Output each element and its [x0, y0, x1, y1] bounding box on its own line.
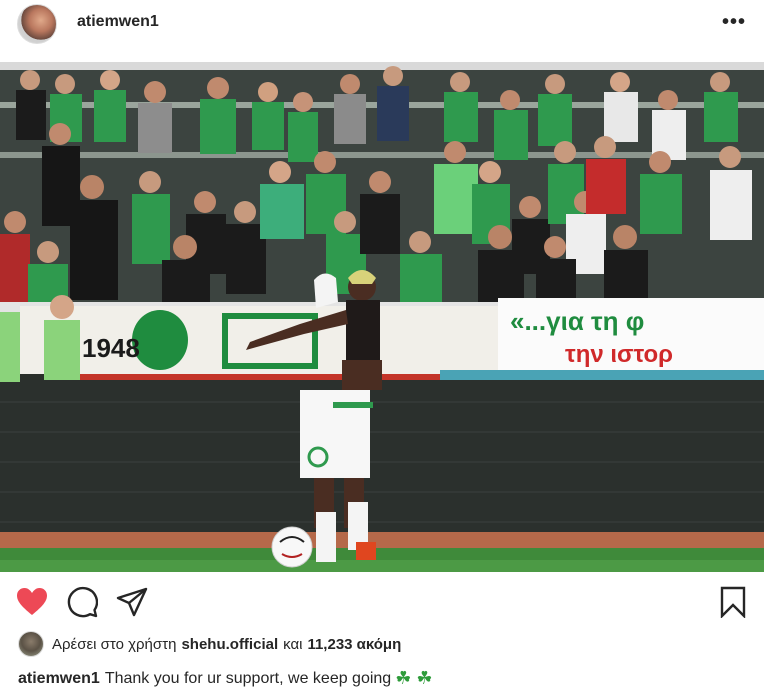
banner-text-line2: την ιστορ: [565, 341, 673, 368]
photo-illustration: 1948 «...για τη φ την ιστορ: [0, 62, 764, 572]
shirt-number: 1948: [82, 333, 140, 363]
post-actions: [0, 584, 764, 624]
likes-line: Αρέσει στο χρήστη shehu.official και 11,…: [18, 631, 406, 657]
football: [271, 526, 313, 568]
heart-icon[interactable]: [15, 584, 49, 620]
avatar[interactable]: [17, 4, 57, 44]
post-username[interactable]: atiemwen1: [77, 13, 159, 31]
shamrock-emoji: ☘ ☘: [395, 668, 433, 688]
caption: atiemwen1 Thank you for ur support, we k…: [18, 668, 432, 689]
caption-username[interactable]: atiemwen1: [18, 670, 100, 688]
post-photo[interactable]: 1948 «...για τη φ την ιστορ: [0, 62, 764, 572]
caption-text: Thank you for ur support, we keep going: [104, 669, 392, 687]
liker-avatar[interactable]: [18, 631, 44, 657]
banner-right: «...για τη φ την ιστορ: [498, 298, 764, 370]
bookmark-icon[interactable]: [716, 584, 750, 620]
post-header: atiemwen1 •••: [0, 0, 764, 48]
comment-icon[interactable]: [65, 584, 99, 620]
likes-prefix: Αρέσει στο χρήστη: [52, 635, 177, 653]
banner-text-line1: «...για τη φ: [510, 306, 644, 336]
liker-username[interactable]: shehu.official: [181, 636, 278, 653]
share-icon[interactable]: [115, 584, 149, 620]
likes-connector: και: [283, 635, 303, 653]
likes-count[interactable]: 11,233 ακόμη: [307, 636, 401, 653]
more-horizontal-icon[interactable]: •••: [722, 12, 746, 32]
